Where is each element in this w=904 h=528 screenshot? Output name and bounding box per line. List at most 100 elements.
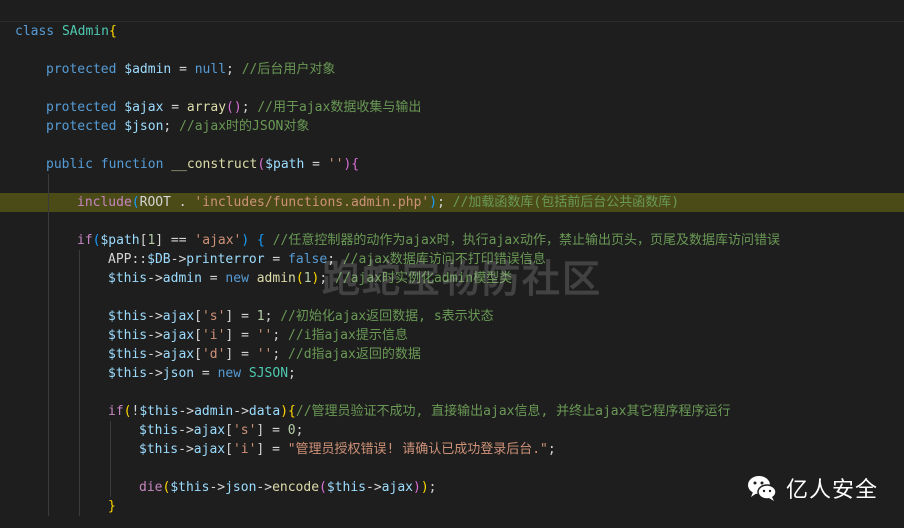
code-token: ; — [437, 195, 453, 210]
code-token: ajax — [162, 328, 195, 343]
code-token: ; — [547, 442, 556, 457]
code-text: $this->ajax['s'] = 0; — [139, 421, 303, 440]
indent-guide — [48, 288, 49, 307]
code-line[interactable] — [0, 212, 904, 231]
code-token: json — [162, 366, 195, 381]
code-token: -> — [170, 252, 187, 267]
code-token: -> — [147, 366, 163, 381]
indent-guide — [48, 269, 49, 288]
code-line[interactable]: if(!$this->admin->data){//管理员验证不成功, 直接输出… — [0, 402, 904, 421]
code-token: //任意控制器的动作为ajax时，执行ajax动作，禁止输出页头，页尾及数据库访… — [272, 233, 780, 248]
code-token: "管理员授权错误! 请确认已成功登录后台." — [287, 442, 548, 457]
indent-guide — [48, 383, 49, 402]
code-token: SAdmin — [61, 24, 109, 39]
indent-guide — [110, 421, 111, 440]
code-line[interactable]: $this->ajax['i'] = "管理员授权错误! 请确认已成功登录后台.… — [0, 440, 904, 459]
code-token: $this — [170, 480, 210, 495]
code-line-highlighted[interactable]: include(ROOT . 'includes/functions.admin… — [0, 193, 904, 212]
brand-name: 亿人安全 — [786, 478, 879, 503]
code-line[interactable]: $this->json = new SJSON; — [0, 364, 904, 383]
code-token: '' — [327, 157, 344, 172]
code-line[interactable]: public function __construct($path = ''){ — [0, 155, 904, 174]
code-token: //加载函数库(包括前后台公共函数库) — [452, 195, 680, 210]
code-token: admin — [162, 271, 202, 286]
code-token: ; — [272, 328, 289, 343]
code-token: new — [217, 366, 249, 381]
code-token: -> — [178, 442, 194, 457]
code-token: $this — [108, 328, 148, 343]
indent-guide — [110, 440, 111, 459]
code-token: 's' — [232, 423, 257, 438]
indent-guide — [79, 307, 80, 326]
code-line[interactable] — [0, 79, 904, 98]
code-line[interactable]: class SAdmin{ — [0, 22, 904, 41]
code-text: $this->ajax['s'] = 1; //初始化ajax返回数据, s表示… — [108, 307, 494, 326]
code-token: [ — [194, 309, 202, 324]
code-token: ajax — [162, 309, 195, 324]
code-token: $json — [124, 119, 164, 134]
code-token: protected — [46, 119, 125, 134]
code-line[interactable]: $this->ajax['s'] = 0; — [0, 421, 904, 440]
code-token: $this — [108, 347, 148, 362]
code-line[interactable]: $this->ajax['d'] = ''; //d指ajax返回的数据 — [0, 345, 904, 364]
indent-guide — [110, 459, 111, 478]
code-token: = — [304, 157, 328, 172]
code-token: ) — [429, 195, 438, 210]
code-token: admin — [256, 271, 296, 286]
code-token: 'ajax' — [194, 233, 242, 248]
code-token: { — [108, 24, 117, 39]
code-text: include(ROOT . 'includes/functions.admin… — [77, 193, 679, 212]
code-line[interactable]: protected $ajax = array(); //用于ajax数据收集与… — [0, 98, 904, 117]
code-token: new — [225, 271, 257, 286]
code-token: { — [351, 157, 360, 172]
code-token: ajax — [193, 423, 226, 438]
indent-guide — [110, 478, 111, 497]
code-line[interactable] — [0, 174, 904, 193]
indent-guide — [48, 345, 49, 364]
code-token: 1 — [256, 309, 265, 324]
code-token: ( — [131, 195, 140, 210]
code-token: ajax — [381, 480, 413, 495]
indent-guide — [48, 402, 49, 421]
code-token: //ajax时的JSON对象 — [179, 119, 310, 134]
code-text: $this->ajax['i'] = ''; //i指ajax提示信息 — [108, 326, 408, 345]
indent-guide — [79, 250, 80, 269]
code-token: //后台用户对象 — [241, 62, 336, 77]
code-line[interactable] — [0, 383, 904, 402]
code-token: ROOT . — [139, 195, 195, 210]
code-token: { — [288, 404, 296, 419]
code-line[interactable] — [0, 136, 904, 155]
code-token: APP:: — [108, 252, 148, 267]
code-token: '' — [256, 347, 273, 362]
code-line[interactable]: protected $json; //ajax时的JSON对象 — [0, 117, 904, 136]
code-token: ] = — [225, 347, 257, 362]
indent-guide — [79, 269, 80, 288]
indent-guide — [48, 212, 49, 231]
code-token: '' — [256, 328, 273, 343]
code-token: ( — [295, 271, 304, 286]
code-token: -> — [147, 328, 163, 343]
indent-guide — [48, 478, 49, 497]
indent-guide — [48, 421, 49, 440]
indent-guide — [79, 345, 80, 364]
indent-guide — [79, 478, 80, 497]
code-token: ajax — [162, 347, 195, 362]
indent-guide — [48, 231, 49, 250]
code-text: $this->ajax['i'] = "管理员授权错误! 请确认已成功登录后台.… — [139, 440, 556, 459]
code-token: $this — [139, 442, 179, 457]
brand-logo: 亿人安全 — [746, 470, 878, 506]
code-token: $this — [139, 423, 179, 438]
code-token: class — [15, 24, 62, 39]
code-line[interactable]: $this->ajax['i'] = ''; //i指ajax提示信息 — [0, 326, 904, 345]
code-token: } — [108, 499, 116, 514]
code-line[interactable]: $this->ajax['s'] = 1; //初始化ajax返回数据, s表示… — [0, 307, 904, 326]
code-token: ajax — [193, 442, 226, 457]
code-token: ; — [272, 347, 289, 362]
code-token: ; — [428, 480, 437, 495]
code-token: data — [248, 404, 281, 419]
code-token: 'd' — [201, 347, 226, 362]
code-line[interactable] — [0, 41, 904, 60]
code-token: = — [264, 252, 289, 267]
code-line[interactable]: protected $admin = null; //后台用户对象 — [0, 60, 904, 79]
